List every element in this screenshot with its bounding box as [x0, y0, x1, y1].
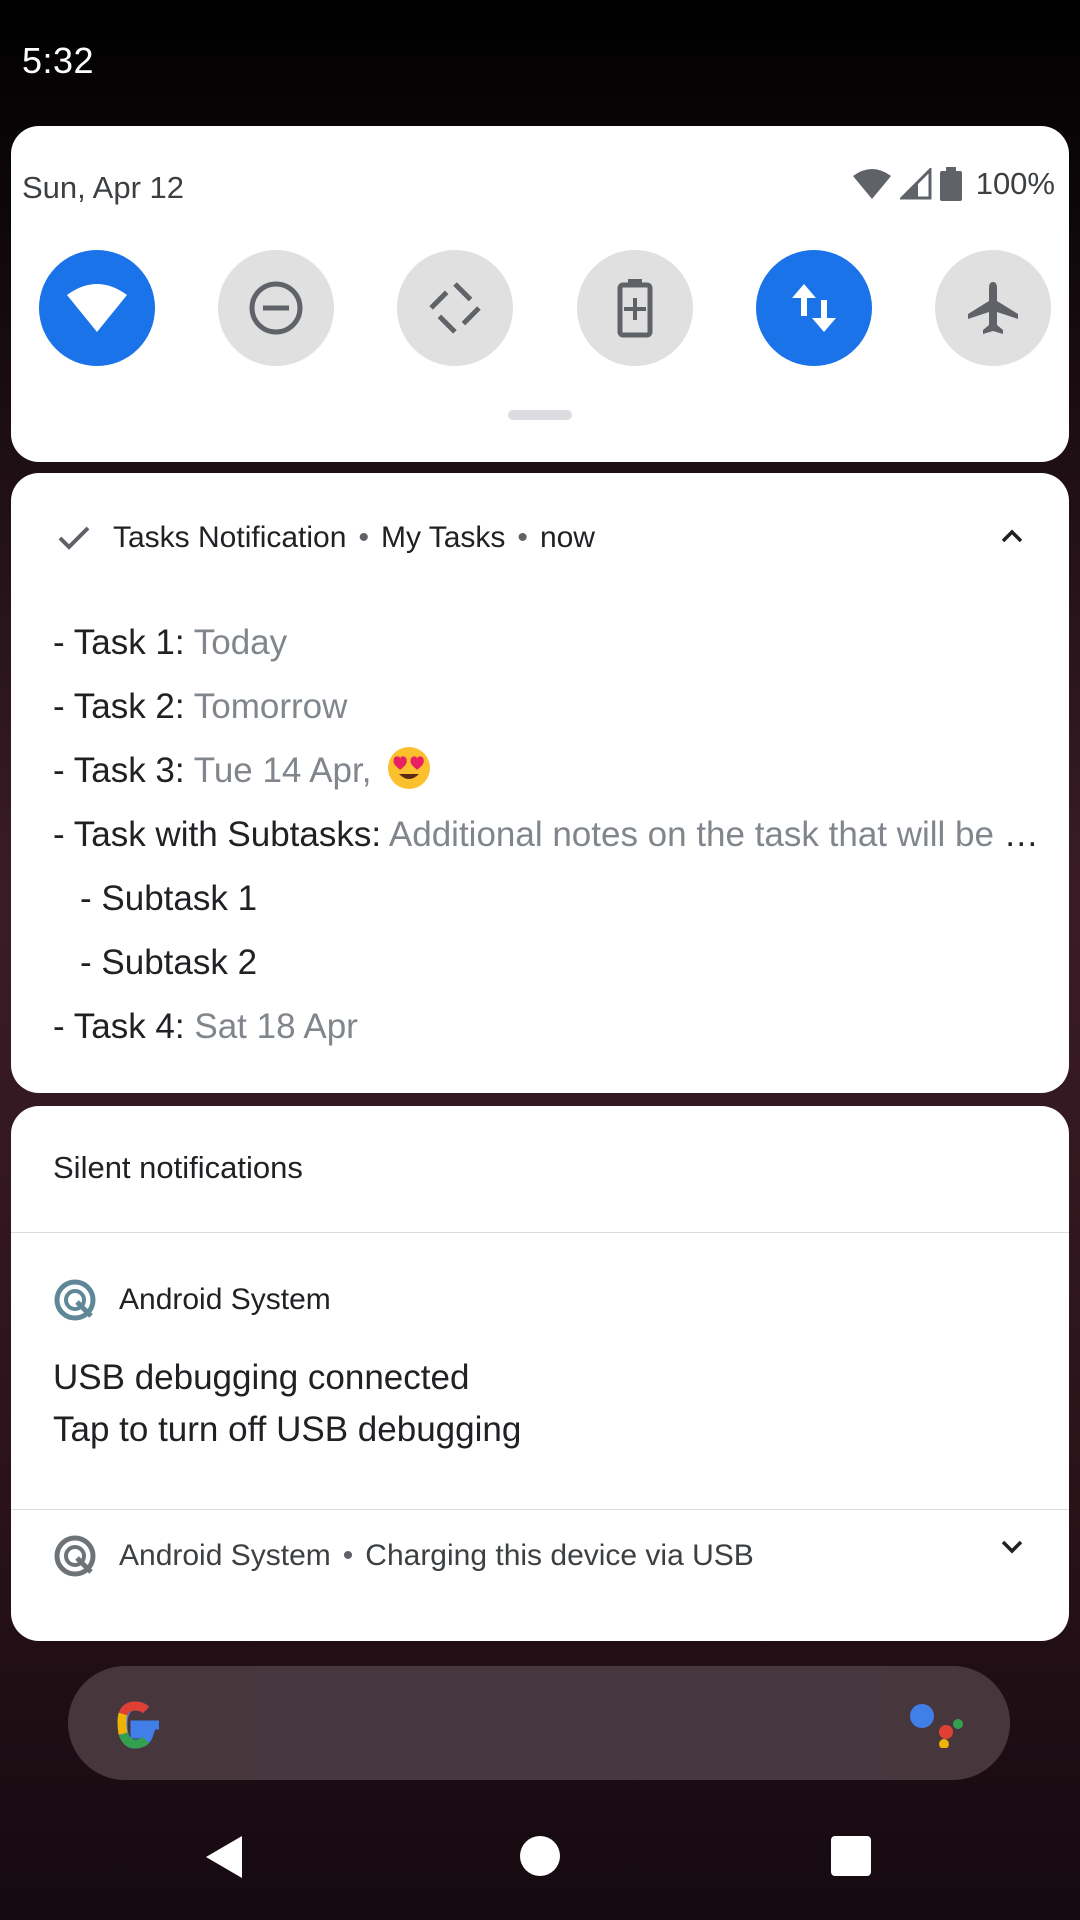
- usb-notification-text[interactable]: Tap to turn off USB debugging: [53, 1410, 521, 1450]
- notification-subtext: My Tasks: [380, 521, 506, 554]
- silent-notifications-section: Silent notifications Android System USB …: [11, 1106, 1069, 1641]
- header-separator: •: [342, 1539, 354, 1572]
- task-list: - Task 1: Today - Task 2: Tomorrow - Tas…: [53, 611, 1043, 1059]
- back-icon[interactable]: [204, 1834, 244, 1880]
- google-logo-icon: [117, 1701, 159, 1749]
- task-row: - Task 4: Sat 18 Apr: [53, 995, 1043, 1059]
- chevron-down-icon[interactable]: [1001, 1540, 1023, 1554]
- cell-signal-icon: [899, 168, 932, 200]
- recents-button[interactable]: [831, 1836, 871, 1876]
- battery-percentage: 100%: [975, 166, 1055, 201]
- tile-wifi[interactable]: [39, 250, 155, 366]
- charging-notification[interactable]: Android System • Charging this device vi…: [53, 1534, 754, 1578]
- google-search-bar[interactable]: [68, 1666, 1010, 1780]
- notification-app-name: Tasks Notification: [113, 521, 347, 554]
- home-button[interactable]: [520, 1836, 560, 1876]
- task-label: - Task 2:: [53, 687, 185, 726]
- notification-header: Tasks Notification • My Tasks • now: [57, 521, 595, 555]
- tile-do-not-disturb[interactable]: [218, 250, 335, 366]
- tile-mobile-data[interactable]: [755, 250, 872, 366]
- usb-notification-title[interactable]: USB debugging connected: [53, 1358, 469, 1398]
- task-row: - Task with Subtasks: Additional notes o…: [53, 803, 1043, 867]
- wifi-icon: [67, 284, 127, 332]
- qs-drag-handle[interactable]: [508, 410, 572, 420]
- check-icon: [58, 526, 90, 550]
- do-not-disturb-icon: [249, 281, 303, 335]
- task-detail: Tue 14 Apr,: [184, 751, 372, 790]
- charging-app-name: Android System: [119, 1539, 331, 1572]
- notification-time: now: [539, 521, 595, 554]
- task-label: - Task with Subtasks:: [53, 815, 382, 854]
- qs-status-icons: 100%: [852, 166, 1055, 202]
- header-separator: •: [517, 521, 528, 554]
- task-detail: Today: [184, 623, 288, 662]
- task-detail: Tomorrow: [184, 687, 348, 726]
- subtask-row: - Subtask 2: [53, 931, 1043, 995]
- chevron-up-icon[interactable]: [1001, 529, 1023, 543]
- charging-text: Charging this device via USB: [365, 1539, 754, 1572]
- usb-notification-header[interactable]: Android System: [53, 1278, 331, 1322]
- divider: [11, 1509, 1069, 1510]
- auto-rotate-icon: [427, 280, 483, 336]
- task-row: - Task 1: Today: [53, 611, 1043, 675]
- navigation-bar: [0, 1810, 1080, 1900]
- tile-auto-rotate[interactable]: [397, 250, 514, 366]
- android-system-icon: [54, 1279, 96, 1321]
- task-row: - Task 3: Tue 14 Apr,: [53, 739, 1043, 803]
- task-label: - Task 4:: [53, 1007, 185, 1046]
- battery-icon: [939, 167, 962, 201]
- battery-saver-icon: [617, 279, 653, 338]
- quick-settings-tiles: [39, 250, 1051, 366]
- silent-section-title: Silent notifications: [53, 1150, 303, 1185]
- task-row: - Task 2: Tomorrow: [53, 675, 1043, 739]
- wifi-signal-icon: [852, 169, 891, 199]
- task-detail: Additional notes on the task that will b…: [381, 815, 1043, 854]
- header-separator: •: [358, 521, 369, 554]
- task-label: - Subtask 1: [80, 879, 258, 918]
- tile-battery-saver[interactable]: [576, 250, 693, 366]
- task-detail: Sat 18 Apr: [184, 1007, 358, 1046]
- divider: [11, 1232, 1069, 1233]
- task-label: - Task 1:: [53, 623, 185, 662]
- tasks-notification[interactable]: Tasks Notification • My Tasks • now - Ta…: [11, 473, 1069, 1093]
- quick-settings-panel: Sun, Apr 12 100%: [11, 126, 1069, 462]
- google-assistant-icon[interactable]: [908, 1702, 966, 1748]
- status-time: 5:32: [22, 40, 95, 81]
- task-label: - Task 3:: [53, 751, 185, 790]
- android-system-icon: [54, 1535, 96, 1577]
- subtask-row: - Subtask 1: [53, 867, 1043, 931]
- usb-app-name: Android System: [119, 1283, 331, 1316]
- task-label: - Subtask 2: [80, 943, 258, 982]
- airplane-mode-icon: [967, 282, 1018, 334]
- qs-date: Sun, Apr 12: [22, 170, 185, 205]
- heart-eyes-emoji-icon: [388, 747, 431, 789]
- mobile-data-icon: [791, 284, 836, 332]
- tile-airplane-mode[interactable]: [934, 250, 1051, 366]
